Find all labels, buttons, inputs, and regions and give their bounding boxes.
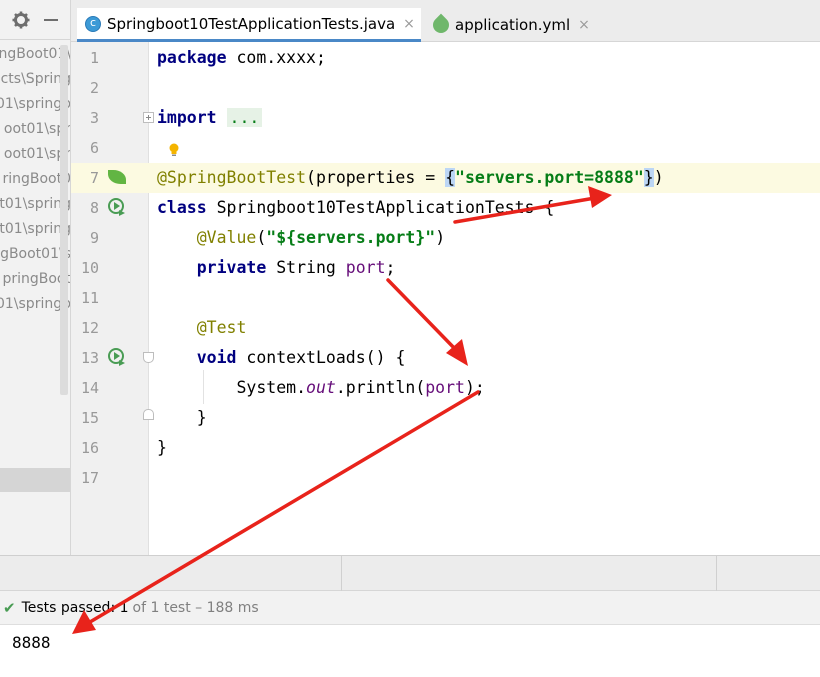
gear-icon[interactable]: [12, 11, 30, 29]
tab-application-yml[interactable]: application.yml ×: [427, 8, 627, 42]
tab-label: application.yml: [455, 16, 571, 34]
code-line-9[interactable]: @Value("${servers.port}"): [157, 223, 445, 253]
code-line-14[interactable]: System.out.println(port);: [157, 373, 484, 403]
lightbulb-icon[interactable]: [168, 143, 180, 157]
panel-splitter[interactable]: [341, 556, 342, 592]
console-panel[interactable]: 8888: [0, 625, 820, 677]
line-number: 9: [89, 229, 99, 247]
line-number: 3: [89, 109, 99, 127]
code-line-8[interactable]: class Springboot10TestApplicationTests {: [157, 193, 554, 223]
line-number: 6: [89, 139, 99, 157]
minimize-icon[interactable]: [44, 19, 58, 21]
code-line-15[interactable]: }: [157, 403, 207, 433]
tab-test-class[interactable]: Springboot10TestApplicationTests.java ×: [77, 8, 421, 42]
selected-tree-row[interactable]: [0, 468, 70, 492]
fold-expand-icon[interactable]: [143, 112, 154, 123]
spring-yml-icon: [429, 13, 453, 37]
code-line-16[interactable]: }: [157, 433, 167, 463]
line-number: 10: [80, 259, 99, 277]
editor-tab-bar: Springboot10TestApplicationTests.java × …: [71, 0, 820, 42]
line-number: 13: [80, 349, 99, 367]
line-number: 14: [80, 379, 99, 397]
check-icon: ✔: [3, 598, 16, 617]
console-output: 8888: [12, 633, 51, 652]
fold-collapse-icon[interactable]: [143, 352, 154, 363]
project-scrollbar[interactable]: [60, 45, 68, 395]
project-panel: ngBoot01\ cts\Spring 01\springb oot01\sp…: [0, 0, 71, 555]
tab-label: Springboot10TestApplicationTests.java: [107, 14, 396, 33]
line-number: 8: [89, 199, 99, 217]
test-summary: of 1 test – 188 ms: [132, 599, 259, 616]
close-icon[interactable]: ×: [403, 16, 415, 32]
run-test-icon[interactable]: [108, 348, 126, 366]
line-number: 17: [80, 469, 99, 487]
java-class-icon: [85, 15, 101, 32]
line-number: 11: [80, 289, 99, 307]
run-toolbar: [0, 555, 820, 592]
folded-imports[interactable]: ...: [226, 108, 263, 127]
line-number: 15: [80, 409, 99, 427]
code-line-3[interactable]: import ...: [157, 103, 263, 133]
code-line-12[interactable]: @Test: [157, 313, 247, 343]
code-line-7[interactable]: @SpringBootTest(properties = {"servers.p…: [157, 163, 664, 193]
tests-passed-label: Tests passed: 1: [21, 599, 129, 616]
line-number: 1: [89, 49, 99, 67]
line-number: 2: [89, 79, 99, 97]
code-line-1[interactable]: package com.xxxx;: [157, 43, 326, 73]
code-line-13[interactable]: void contextLoads() {: [157, 343, 406, 373]
line-number: 12: [80, 319, 99, 337]
panel-splitter[interactable]: [716, 556, 717, 592]
close-icon[interactable]: ×: [578, 17, 590, 33]
line-number: 16: [80, 439, 99, 457]
code-line-10[interactable]: private String port;: [157, 253, 396, 283]
project-panel-header: [0, 0, 70, 40]
run-test-icon[interactable]: [108, 198, 126, 216]
test-status-bar: ✔ Tests passed: 1 of 1 test – 188 ms: [0, 591, 820, 625]
line-number: 7: [89, 169, 99, 187]
fold-end-icon[interactable]: [143, 409, 154, 420]
